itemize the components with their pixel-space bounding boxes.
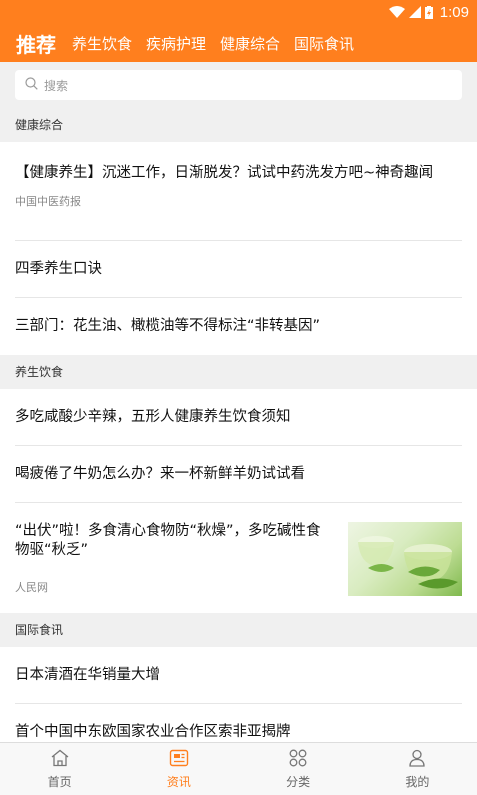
list-item[interactable]: “出伏”啦！多食清心食物防“秋燥”，多吃碱性食物驱“秋乏” 人民网	[0, 503, 477, 613]
tab-diet[interactable]: 养生饮食	[72, 33, 132, 54]
news-source: 人民网	[15, 581, 48, 594]
nav-category-label: 分类	[286, 774, 311, 789]
news-title: 首个中国中东欧国家农业合作区索非亚揭牌	[15, 724, 291, 740]
list-item[interactable]: 喝疲倦了牛奶怎么办？来一杯新鲜羊奶试试看	[0, 446, 477, 503]
tab-disease-care[interactable]: 疾病护理	[146, 33, 206, 54]
news-title: “出伏”啦！多食清心食物防“秋燥”，多吃碱性食物驱“秋乏”	[15, 523, 321, 558]
status-bar: 1:09	[0, 0, 477, 24]
list-item[interactable]: 【健康养生】沉迷工作，日渐脱发？试试中药洗发方吧~神奇趣闻 中国中医药报	[0, 142, 477, 241]
tab-health[interactable]: 健康综合	[220, 33, 280, 54]
search-placeholder: 搜索	[44, 78, 69, 93]
section-header: 国际食讯	[0, 613, 477, 647]
nav-category[interactable]: 分类	[239, 743, 358, 795]
section-header: 健康综合	[0, 108, 477, 142]
nav-home[interactable]: 首页	[0, 743, 119, 795]
news-source: 中国中医药报	[15, 195, 81, 208]
nav-news-label: 资讯	[166, 774, 191, 789]
nav-home-label: 首页	[47, 774, 72, 789]
section-header: 养生饮食	[0, 355, 477, 389]
battery-icon	[424, 5, 433, 19]
news-thumbnail	[348, 522, 462, 596]
news-title: 日本清酒在华销量大增	[15, 666, 160, 683]
nav-profile-label: 我的	[405, 774, 430, 789]
wifi-icon	[388, 6, 405, 18]
home-icon	[50, 749, 70, 770]
nav-profile[interactable]: 我的	[358, 743, 477, 795]
news-title: 三部门：花生油、橄榄油等不得标注“非转基因”	[15, 318, 321, 334]
category-tabs: 推荐 养生饮食 疾病护理 健康综合 国际食讯	[0, 24, 477, 62]
news-title: 喝疲倦了牛奶怎么办？来一杯新鲜羊奶试试看	[15, 465, 305, 482]
status-time: 1:09	[439, 3, 469, 21]
nav-news[interactable]: 资讯	[119, 743, 238, 795]
list-item[interactable]: 四季养生口诀	[0, 241, 477, 298]
news-title: 多吃咸酸少辛辣，五形人健康养生饮食须知	[15, 408, 291, 425]
search-icon	[25, 77, 38, 93]
news-icon	[169, 749, 189, 770]
news-list: 【健康养生】沉迷工作，日渐脱发？试试中药洗发方吧~神奇趣闻 中国中医药报 四季养…	[0, 142, 477, 355]
tab-international-food[interactable]: 国际食讯	[294, 33, 354, 54]
news-list: 多吃咸酸少辛辣，五形人健康养生饮食须知 喝疲倦了牛奶怎么办？来一杯新鲜羊奶试试看…	[0, 389, 477, 613]
list-item[interactable]: 日本清酒在华销量大增	[0, 647, 477, 704]
tab-recommend[interactable]: 推荐	[16, 29, 56, 58]
news-title: 【健康养生】沉迷工作，日渐脱发？试试中药洗发方吧~神奇趣闻	[15, 165, 434, 181]
search-input[interactable]: 搜索	[15, 70, 462, 100]
category-icon	[288, 749, 308, 770]
profile-icon	[407, 749, 427, 770]
bottom-nav: 首页 资讯 分类 我的	[0, 742, 477, 795]
header: 1:09 推荐 养生饮食 疾病护理 健康综合 国际食讯	[0, 0, 477, 62]
list-item[interactable]: 多吃咸酸少辛辣，五形人健康养生饮食须知	[0, 389, 477, 446]
news-title: 四季养生口诀	[15, 260, 102, 277]
list-item[interactable]: 三部门：花生油、橄榄油等不得标注“非转基因”	[0, 298, 477, 355]
signal-icon	[408, 6, 421, 18]
